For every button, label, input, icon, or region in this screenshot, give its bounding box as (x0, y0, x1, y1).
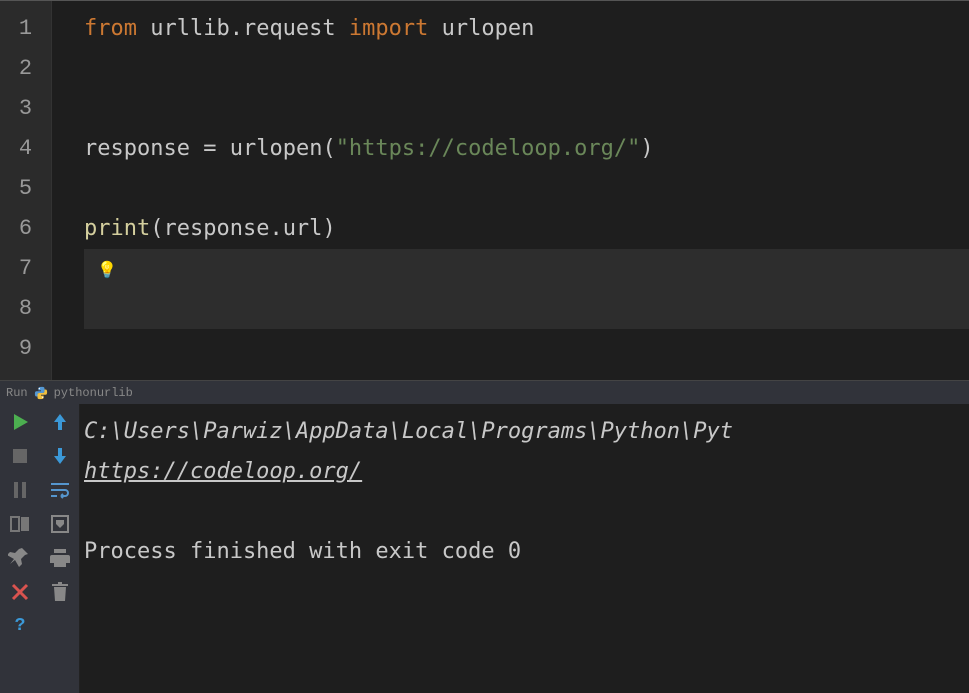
code-line-9 (84, 329, 969, 369)
console-url-link[interactable]: https://codeloop.org/ (84, 459, 362, 484)
line-number: 9 (0, 329, 51, 369)
help-icon[interactable]: ? (8, 614, 32, 638)
intention-bulb-icon[interactable]: 💡 (97, 260, 117, 279)
code-line-6: print(response.url) (84, 209, 969, 249)
run-tool-column-2 (40, 404, 80, 693)
python-icon (34, 386, 48, 400)
console-blank (84, 492, 965, 532)
code-line-3 (84, 89, 969, 129)
code-editor[interactable]: from urllib.request import urlopen respo… (52, 1, 969, 380)
run-label: Run (6, 386, 28, 400)
line-number: 1 (0, 9, 51, 49)
soft-wrap-icon[interactable] (48, 478, 72, 502)
line-number: 6 (0, 209, 51, 249)
editor-pane: 1 2 3 4 5 6 7 8 9 from urllib.request im… (0, 0, 969, 380)
line-gutter: 1 2 3 4 5 6 7 8 9 (0, 1, 52, 380)
code-line-7: 💡 (84, 249, 969, 289)
line-number: 3 (0, 89, 51, 129)
line-number: 7 (0, 249, 51, 289)
console-output[interactable]: C:\Users\Parwiz\AppData\Local\Programs\P… (80, 404, 969, 693)
print-icon[interactable] (48, 546, 72, 570)
code-line-2 (84, 49, 969, 89)
console-exit-msg: Process finished with exit code 0 (84, 532, 965, 572)
code-line-1: from urllib.request import urlopen (84, 9, 969, 49)
code-line-4: response = urlopen("https://codeloop.org… (84, 129, 969, 169)
run-tool-column-1: ? (0, 404, 40, 693)
line-number: 5 (0, 169, 51, 209)
down-arrow-icon[interactable] (48, 444, 72, 468)
rerun-icon[interactable] (8, 410, 32, 434)
up-arrow-icon[interactable] (48, 410, 72, 434)
pin-icon[interactable] (8, 546, 32, 570)
line-number: 8 (0, 289, 51, 329)
code-line-5 (84, 169, 969, 209)
layout-icon[interactable] (8, 512, 32, 536)
console-path: C:\Users\Parwiz\AppData\Local\Programs\P… (84, 412, 965, 452)
line-number: 4 (0, 129, 51, 169)
pause-icon[interactable] (8, 478, 32, 502)
run-panel-header[interactable]: Run pythonurlib (0, 380, 969, 404)
stop-icon[interactable] (8, 444, 32, 468)
line-number: 2 (0, 49, 51, 89)
code-line-8 (84, 289, 969, 329)
close-icon[interactable] (8, 580, 32, 604)
trash-icon[interactable] (48, 580, 72, 604)
run-config-name: pythonurlib (54, 386, 133, 400)
scroll-to-end-icon[interactable] (48, 512, 72, 536)
run-panel: ? C:\Users\Parwiz\AppData\Local\Programs… (0, 404, 969, 693)
